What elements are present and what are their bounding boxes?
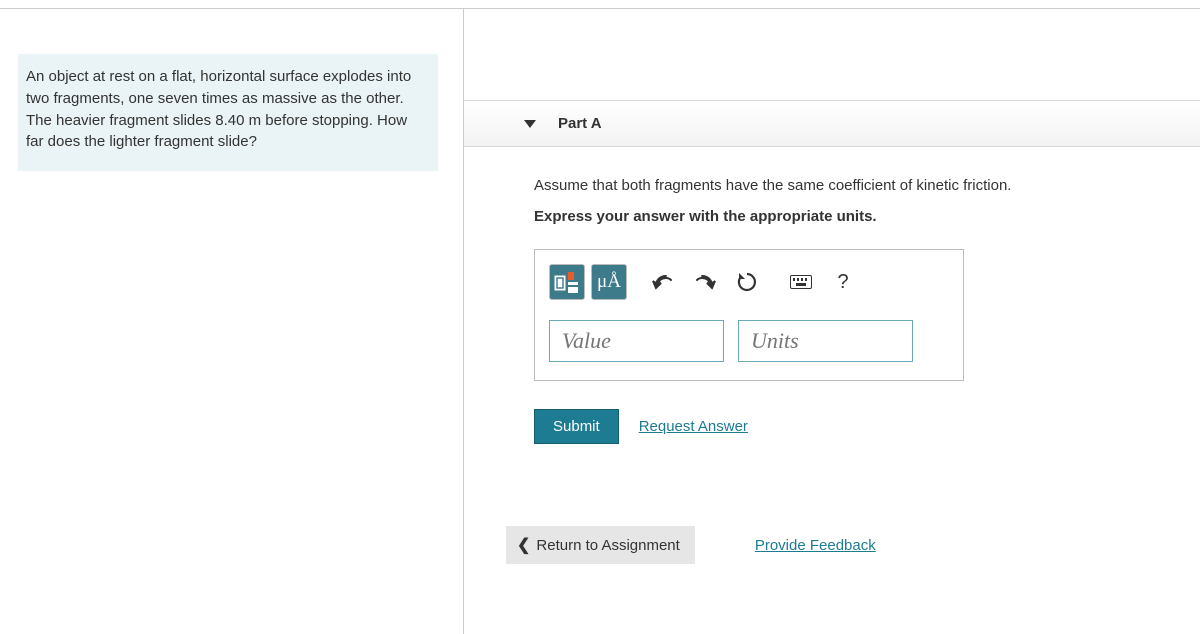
caret-down-icon <box>524 120 536 128</box>
part-header[interactable]: Part A <box>464 100 1200 147</box>
answer-box: μÅ <box>534 249 964 381</box>
provide-feedback-link[interactable]: Provide Feedback <box>755 537 876 554</box>
keyboard-button[interactable] <box>783 264 819 300</box>
help-button[interactable]: ? <box>825 264 861 300</box>
submit-row: Submit Request Answer <box>534 409 1176 444</box>
input-row <box>549 320 949 362</box>
return-label: Return to Assignment <box>536 537 679 554</box>
answer-panel: Part A Assume that both fragments have t… <box>464 0 1200 444</box>
problem-text: An object at rest on a flat, horizontal … <box>26 68 411 150</box>
redo-button[interactable] <box>687 264 723 300</box>
template-icon <box>554 270 580 294</box>
return-button[interactable]: ❮ Return to Assignment <box>506 526 695 564</box>
redo-icon <box>694 272 716 292</box>
keyboard-icon <box>790 275 812 289</box>
bottom-row: ❮ Return to Assignment Provide Feedback <box>506 526 876 564</box>
question-area: Assume that both fragments have the same… <box>464 147 1200 444</box>
instruction-text: Express your answer with the appropriate… <box>534 208 1176 225</box>
value-input[interactable] <box>549 320 724 362</box>
undo-button[interactable] <box>645 264 681 300</box>
chevron-left-icon: ❮ <box>517 535 530 555</box>
reset-button[interactable] <box>729 264 765 300</box>
formula-toolbar: μÅ <box>549 264 949 300</box>
units-input[interactable] <box>738 320 913 362</box>
microA-label: μÅ <box>597 271 621 293</box>
units-symbol-button[interactable]: μÅ <box>591 264 627 300</box>
assumption-text: Assume that both fragments have the same… <box>534 177 1176 194</box>
help-label: ? <box>837 271 848 294</box>
reset-icon <box>736 271 758 293</box>
template-button[interactable] <box>549 264 585 300</box>
request-answer-link[interactable]: Request Answer <box>639 418 748 435</box>
undo-icon <box>652 272 674 292</box>
submit-button[interactable]: Submit <box>534 409 619 444</box>
problem-statement: An object at rest on a flat, horizontal … <box>18 54 438 171</box>
part-title: Part A <box>558 115 602 132</box>
